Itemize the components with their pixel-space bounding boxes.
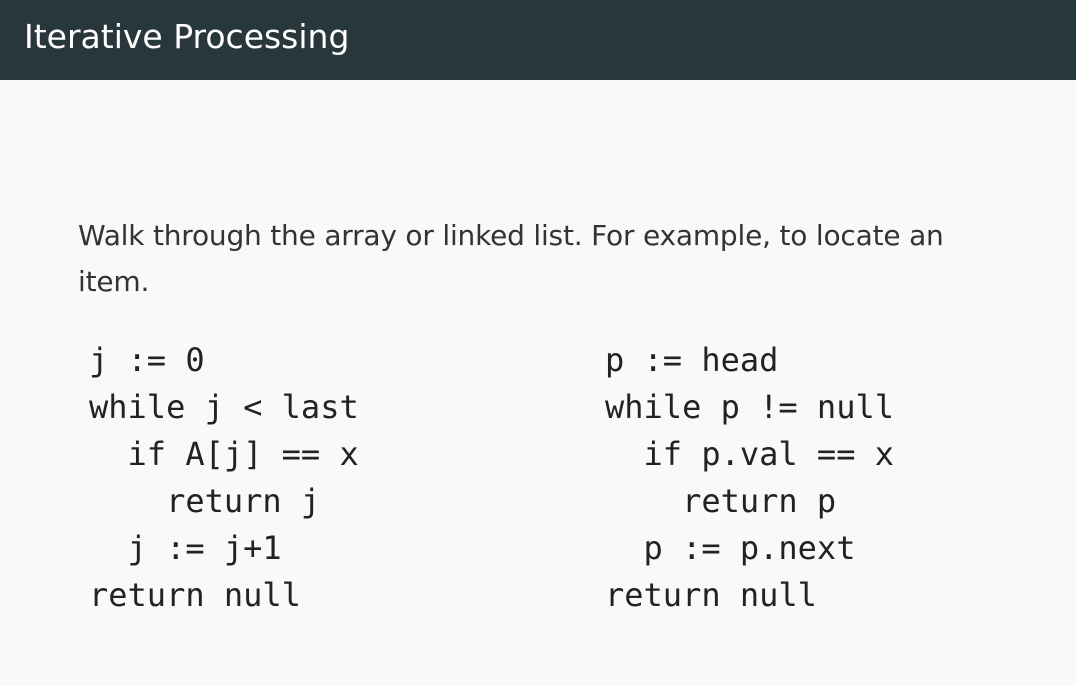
array-code-line-3: if A[j] == x xyxy=(89,435,359,473)
list-code-block: p := head while p != null if p.val == x r… xyxy=(605,337,894,619)
array-code-line-6: return null xyxy=(89,576,301,614)
array-code-line-2: while j < last xyxy=(89,388,359,426)
array-code-line-5: j := j+1 xyxy=(89,529,282,567)
list-code-line-4: return p xyxy=(605,482,837,520)
list-code-line-6: return null xyxy=(605,576,817,614)
title-bar: Iterative Processing xyxy=(0,0,1076,80)
list-code-line-2: while p != null xyxy=(605,388,894,426)
array-code-line-4: return j xyxy=(89,482,321,520)
slide-title: Iterative Processing xyxy=(24,17,350,56)
list-code-line-5: p := p.next xyxy=(605,529,856,567)
intro-paragraph: Walk through the array or linked list. F… xyxy=(78,219,944,298)
array-code-line-1: j := 0 xyxy=(89,341,205,379)
list-code-line-1: p := head xyxy=(605,341,779,379)
array-code-block: j := 0 while j < last if A[j] == x return… xyxy=(89,337,359,619)
list-code-line-3: if p.val == x xyxy=(605,435,894,473)
